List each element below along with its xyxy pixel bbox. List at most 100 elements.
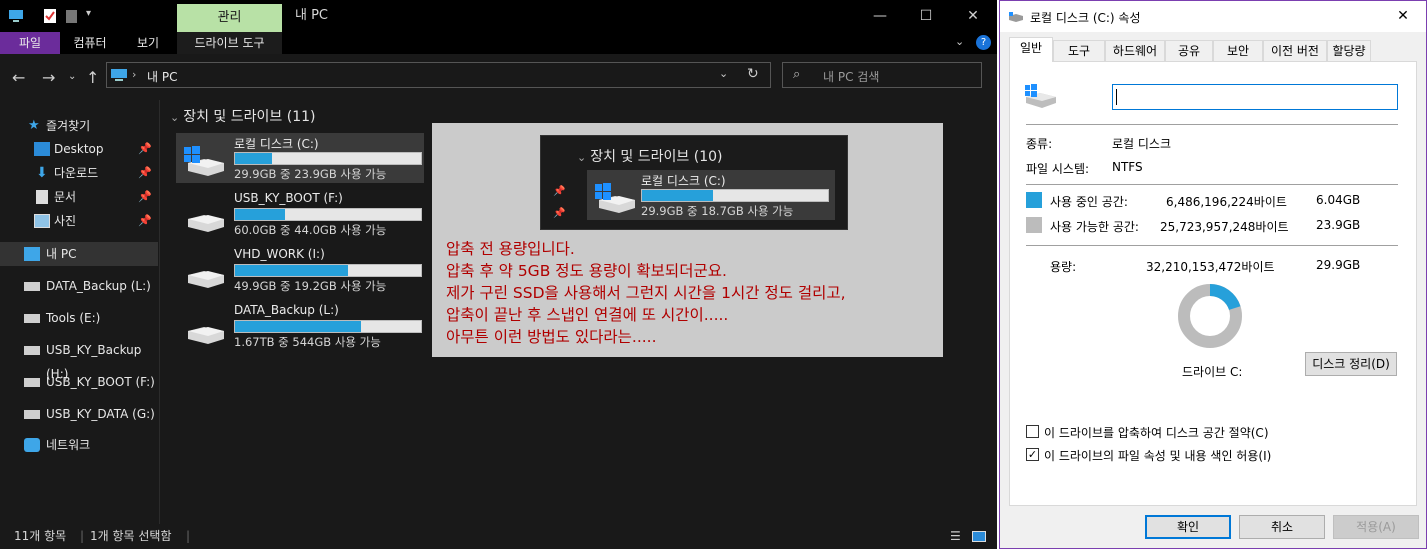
address-bar[interactable]: › 내 PC ⌄ ↻ (106, 62, 771, 88)
tab-computer[interactable]: 컴퓨터 (60, 32, 120, 54)
tab-drive-tools[interactable]: 드라이브 도구 (177, 32, 282, 54)
tab-quota[interactable]: 할당량 (1327, 40, 1371, 61)
new-folder-icon[interactable] (64, 8, 80, 24)
search-box[interactable]: ⌕ 내 PC 검색 (782, 62, 982, 88)
refresh-icon[interactable]: ↻ (747, 66, 759, 82)
forward-arrow-icon[interactable]: → (42, 68, 55, 87)
ribbon-expand-icon[interactable]: ⌄ (955, 35, 964, 48)
properties-icon[interactable] (42, 8, 58, 24)
pin-icon[interactable]: 📌 (138, 137, 152, 161)
drive-icon (188, 215, 224, 232)
compress-drive-checkbox[interactable] (1026, 425, 1039, 438)
tab-security[interactable]: 보안 (1213, 40, 1263, 61)
nav-drive-usb-backup[interactable]: USB_KY_Backup (H:) (0, 338, 158, 381)
inset-group-header: ⌄ 장치 및 드라이브 (10) (577, 149, 723, 165)
tab-tools[interactable]: 도구 (1053, 40, 1105, 61)
dialog-title: 로컬 디스크 (C:) 속성 (1030, 11, 1141, 25)
windows-drive-icon (1025, 84, 1056, 108)
download-arrow-icon: ⬇ (36, 165, 48, 181)
nav-drive-tools[interactable]: Tools (E:) (0, 306, 158, 330)
details-view-icon[interactable]: ☰ (950, 524, 961, 549)
tab-file[interactable]: 파일 (0, 32, 60, 54)
drive-name: DATA_Backup (L:) (234, 303, 339, 317)
pin-icon[interactable]: 📌 (138, 185, 152, 209)
drive-free-space: 29.9GB 중 23.9GB 사용 가능 (234, 167, 387, 181)
drive-icon (24, 314, 40, 323)
pictures-icon (34, 214, 50, 228)
drive-free-space: 1.67TB 중 544GB 사용 가능 (234, 335, 381, 349)
index-drive-checkbox[interactable]: ✓ (1026, 448, 1039, 461)
drive-tile[interactable]: VHD_WORK (I:) 49.9GB 중 19.2GB 사용 가능 (176, 245, 424, 295)
nav-downloads[interactable]: ⬇ 다운로드 📌 (0, 161, 158, 185)
nav-pictures[interactable]: 사진 📌 (0, 209, 158, 233)
address-dropdown-icon[interactable]: ⌄ (719, 67, 728, 80)
properties-dialog: 로컬 디스크 (C:) 속성 ✕ 일반 도구 하드웨어 공유 보안 이전 버전 … (999, 0, 1427, 549)
filesystem-label: 파일 시스템: (1026, 162, 1090, 176)
disk-cleanup-button[interactable]: 디스크 정리(D) (1305, 352, 1397, 376)
volume-label-input[interactable] (1112, 84, 1398, 110)
search-input-placeholder: 내 PC 검색 (823, 70, 880, 84)
nav-drive-usb-boot[interactable]: USB_KY_BOOT (F:) (0, 370, 158, 394)
tab-hardware[interactable]: 하드웨어 (1105, 40, 1165, 61)
pin-icon: 📌 (553, 208, 566, 219)
nav-this-pc[interactable]: 내 PC (0, 242, 158, 266)
dialog-title-bar: 로컬 디스크 (C:) 속성 ✕ (1000, 0, 1426, 32)
tab-view[interactable]: 보기 (120, 32, 176, 54)
used-space-gb: 6.04GB (1316, 193, 1361, 207)
window-title: 내 PC (295, 8, 329, 23)
group-header[interactable]: ⌄ 장치 및 드라이브 (11) (170, 106, 315, 126)
nav-documents[interactable]: 문서 📌 (0, 185, 158, 209)
document-icon (36, 190, 48, 204)
maximize-button[interactable]: ☐ (903, 0, 949, 32)
nav-network[interactable]: 네트워크 (0, 433, 158, 457)
nav-quick-access[interactable]: ★ 즐겨찾기 (0, 114, 158, 138)
index-drive-label: 이 드라이브의 파일 속성 및 내용 색인 허용(I) (1044, 449, 1272, 463)
drive-name: USB_KY_BOOT (F:) (234, 191, 343, 205)
tab-general[interactable]: 일반 (1009, 37, 1053, 62)
ribbon-contextual-tab-manage[interactable]: 관리 (177, 4, 282, 32)
minimize-button[interactable]: — (857, 0, 903, 32)
search-icon: ⌕ (793, 67, 801, 82)
nav-desktop[interactable]: Desktop 📌 (0, 137, 158, 161)
tab-sharing[interactable]: 공유 (1165, 40, 1213, 61)
inset-screenshot: 📌 📌 ⌄ 장치 및 드라이브 (10) 로컬 디스크 (C:) 29.9GB 중… (540, 135, 848, 230)
dialog-close-button[interactable]: ✕ (1380, 1, 1426, 32)
inset-usage-bar (641, 189, 829, 202)
drive-icon (188, 271, 224, 288)
address-path[interactable]: 내 PC (147, 68, 177, 85)
filesystem-value: NTFS (1112, 160, 1143, 174)
qat-dropdown-icon[interactable]: ▾ (86, 8, 102, 24)
ok-button[interactable]: 확인 (1145, 515, 1231, 539)
drive-icon (24, 378, 40, 387)
windows-drive-icon (184, 146, 224, 176)
free-space-gb: 23.9GB (1316, 218, 1361, 232)
nav-drive-usb-data[interactable]: USB_KY_DATA (G:) (0, 402, 158, 426)
drive-usage-bar (234, 152, 422, 165)
pin-icon[interactable]: 📌 (138, 161, 152, 185)
recent-locations-icon[interactable]: ⌄ (68, 71, 76, 82)
drive-tile[interactable]: USB_KY_BOOT (F:) 60.0GB 중 44.0GB 사용 가능 (176, 189, 424, 239)
drive-letter-label: 드라이브 C: (1182, 365, 1243, 379)
pin-icon[interactable]: 📌 (138, 209, 152, 233)
drive-icon (24, 346, 40, 355)
drive-icon (188, 327, 224, 344)
general-tab-panel: 종류: 로컬 디스크 파일 시스템: NTFS 사용 중인 공간: 6,486,… (1009, 61, 1417, 506)
cancel-button[interactable]: 취소 (1239, 515, 1325, 539)
close-button[interactable]: ✕ (950, 0, 996, 32)
computer-icon (24, 247, 40, 261)
network-icon (24, 438, 40, 452)
up-arrow-icon[interactable]: ↑ (86, 68, 99, 87)
help-icon[interactable]: ? (976, 35, 991, 50)
drive-usage-bar (234, 264, 422, 277)
computer-icon (111, 69, 127, 81)
back-arrow-icon[interactable]: ← (12, 68, 25, 87)
apply-button[interactable]: 적용(A) (1333, 515, 1419, 539)
nav-drive-data-backup[interactable]: DATA_Backup (L:) (0, 274, 158, 298)
large-icons-view-icon[interactable] (972, 531, 986, 542)
tab-previous-versions[interactable]: 이전 버전 (1263, 40, 1327, 61)
drive-tile[interactable]: 로컬 디스크 (C:) 29.9GB 중 23.9GB 사용 가능 (176, 133, 424, 183)
star-icon: ★ (28, 118, 40, 133)
drive-usage-bar-fill (235, 321, 362, 332)
drive-icon (24, 282, 40, 291)
drive-tile[interactable]: DATA_Backup (L:) 1.67TB 중 544GB 사용 가능 (176, 301, 424, 351)
